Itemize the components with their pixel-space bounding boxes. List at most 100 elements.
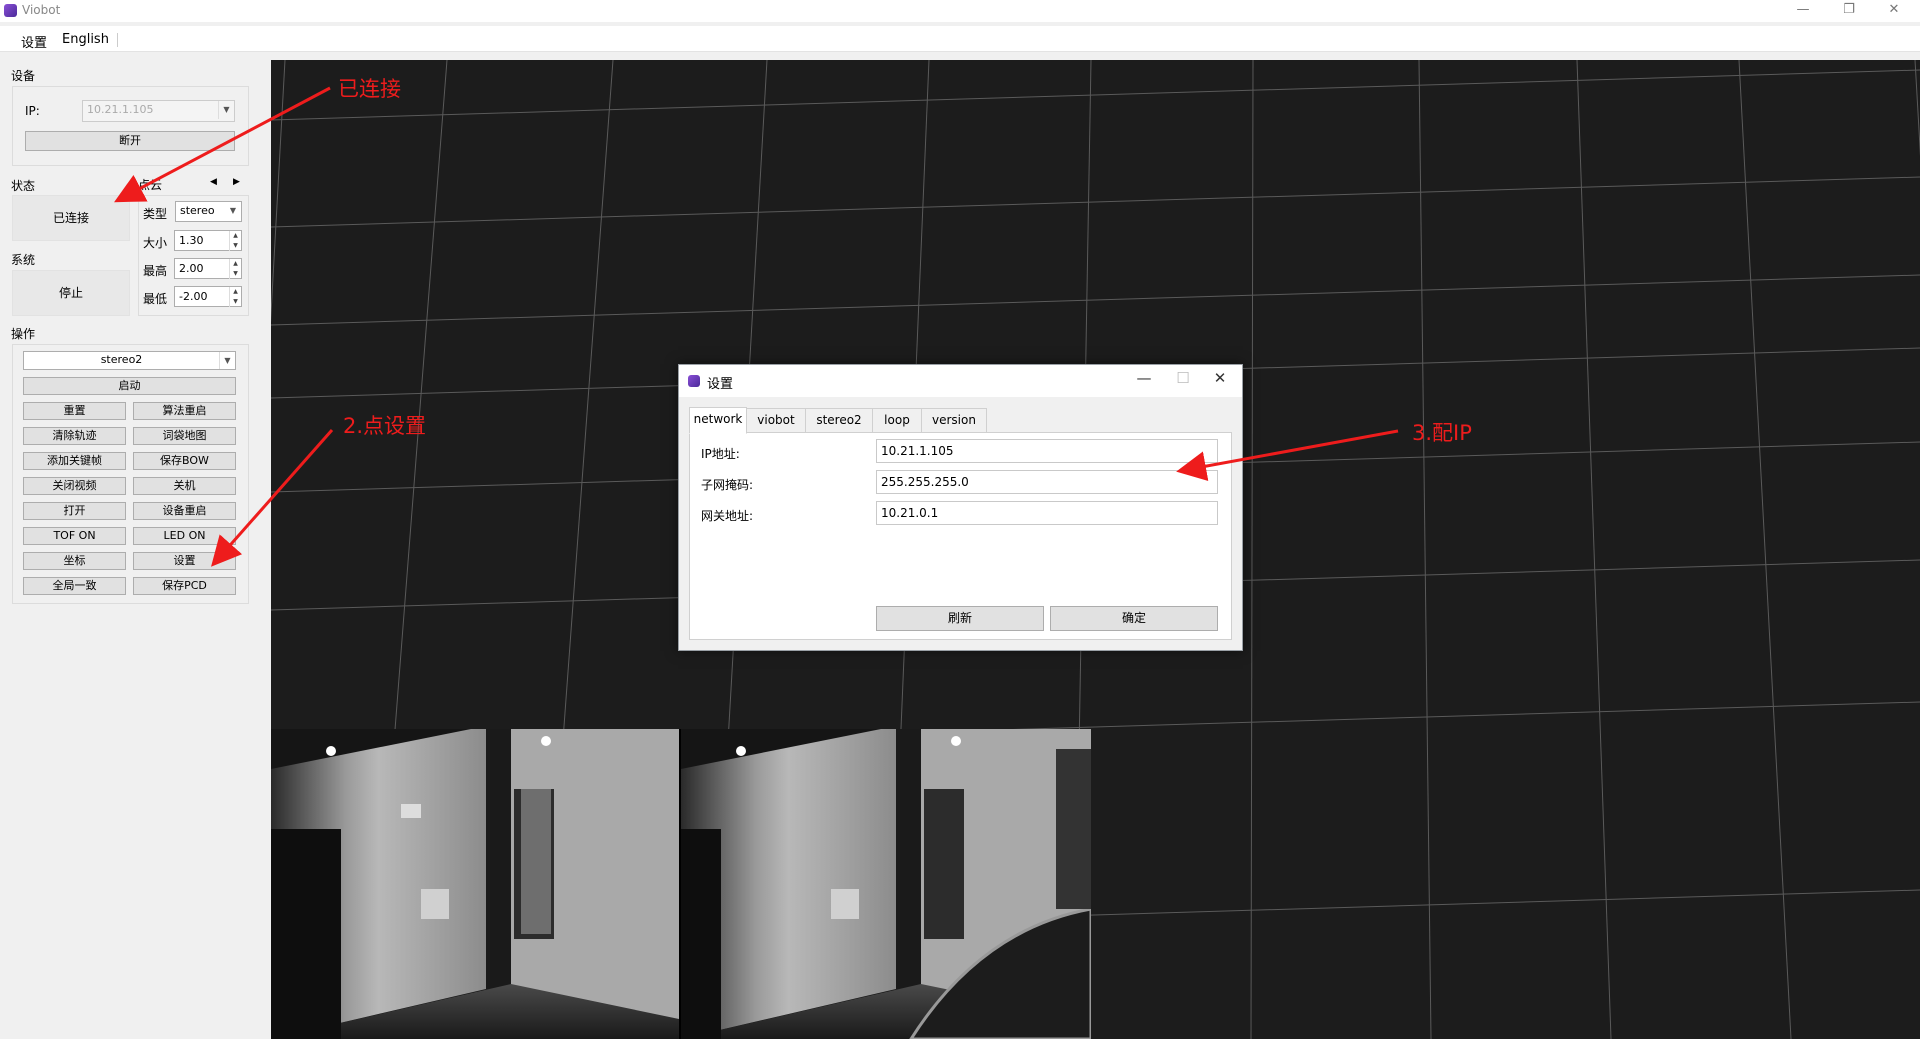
operation-section-label: 操作	[11, 327, 36, 341]
app-window: Viobot — ❐ ✕ 设置 English 设备 IP: 10.21.1.1…	[0, 0, 1920, 1039]
shutdown-button[interactable]: 关机	[133, 477, 236, 495]
system-section-label: 系统	[11, 253, 36, 267]
spin-up-icon[interactable]: ▲	[229, 287, 241, 297]
pointcloud-type-value: stereo	[180, 204, 215, 217]
tab-loop[interactable]: loop	[872, 408, 922, 433]
title-bar: Viobot — ❐ ✕	[0, 0, 1920, 22]
dialog-title-bar: 设置 — ☐ ✕	[679, 365, 1242, 397]
left-camera-image	[271, 729, 679, 1039]
close-video-button[interactable]: 关闭视频	[23, 477, 126, 495]
annotation-step3-text: 3.配IP	[1412, 421, 1472, 445]
gateway-value: 10.21.0.1	[881, 506, 939, 520]
start-button[interactable]: 启动	[23, 377, 236, 395]
menu-settings[interactable]: 设置	[21, 32, 47, 51]
window-title: Viobot	[22, 3, 61, 17]
scroll-left-icon[interactable]: ◀	[210, 177, 217, 187]
open-button[interactable]: 打开	[23, 502, 126, 520]
viobot-logo-icon	[4, 4, 17, 17]
close-window-button[interactable]: ✕	[1871, 0, 1917, 22]
tab-viobot[interactable]: viobot	[746, 408, 806, 433]
stop-button[interactable]: 停止	[12, 270, 130, 316]
menu-english[interactable]: English	[62, 32, 109, 47]
add-keyframe-button[interactable]: 添加关键帧	[23, 452, 126, 470]
status-section-label: 状态	[11, 179, 36, 193]
subnet-mask-input[interactable]: 255.255.255.0	[876, 470, 1218, 494]
tof-on-button[interactable]: TOF ON	[23, 527, 126, 545]
ip-label: IP:	[25, 104, 40, 118]
min-spinbox[interactable]: -2.00 ▲ ▼	[174, 286, 242, 307]
size-value: 1.30	[179, 234, 204, 247]
reset-button[interactable]: 重置	[23, 402, 126, 420]
max-value: 2.00	[179, 262, 204, 275]
max-label: 最高	[143, 264, 168, 278]
pointcloud-type-combo[interactable]: stereo ▼	[175, 201, 242, 222]
ip-address-input[interactable]: 10.21.1.105	[876, 439, 1218, 463]
spin-down-icon[interactable]: ▼	[229, 297, 241, 307]
ip-address-value: 10.21.1.105	[881, 444, 954, 458]
algorithm-restart-button[interactable]: 算法重启	[133, 402, 236, 420]
ip-combo-value: 10.21.1.105	[87, 103, 154, 116]
min-label: 最低	[143, 292, 168, 306]
grid-line-horizontal-1	[271, 176, 1920, 228]
grid-line-vertical-6	[1250, 60, 1254, 1039]
grid-line-horizontal-0	[271, 69, 1920, 121]
subnet-mask-value: 255.255.255.0	[881, 475, 969, 489]
ok-button[interactable]: 确定	[1050, 606, 1218, 631]
dialog-title: 设置	[707, 377, 734, 392]
tab-stereo2[interactable]: stereo2	[805, 408, 873, 433]
stereo-camera-images	[271, 729, 1091, 1039]
spin-up-icon[interactable]: ▲	[229, 231, 241, 241]
gateway-input[interactable]: 10.21.0.1	[876, 501, 1218, 525]
tab-version[interactable]: version	[921, 408, 987, 433]
type-label: 类型	[143, 207, 168, 221]
chevron-down-icon[interactable]: ▼	[219, 352, 235, 369]
dialog-maximize-button[interactable]: ☐	[1168, 369, 1198, 387]
chevron-down-icon: ▼	[218, 101, 234, 119]
annotation-connected-text: 已连接	[338, 77, 401, 101]
save-pcd-button[interactable]: 保存PCD	[133, 577, 236, 595]
menu-bar: 设置 English	[0, 26, 1920, 52]
refresh-button[interactable]: 刷新	[876, 606, 1044, 631]
grid-line-vertical-9	[1738, 60, 1792, 1039]
ip-address-label: IP地址:	[701, 447, 740, 461]
disconnect-button[interactable]: 断开	[25, 131, 235, 151]
camera-feed-panel	[271, 729, 1091, 1039]
right-camera-image	[681, 729, 1091, 1039]
gateway-label: 网关地址:	[701, 509, 754, 523]
coordinates-button[interactable]: 坐标	[23, 552, 126, 570]
scroll-right-icon[interactable]: ▶	[233, 177, 240, 187]
viobot-logo-icon	[688, 375, 700, 387]
clear-trajectory-button[interactable]: 清除轨迹	[23, 427, 126, 445]
grid-line-horizontal-2	[271, 274, 1920, 326]
tab-network[interactable]: network	[689, 407, 747, 434]
device-restart-button[interactable]: 设备重启	[133, 502, 236, 520]
settings-dialog: 设置 — ☐ ✕ network viobot stereo2 loop version…	[678, 364, 1243, 651]
global-consistency-button[interactable]: 全局一致	[23, 577, 126, 595]
grid-line-vertical-7	[1418, 60, 1432, 1039]
led-on-button[interactable]: LED ON	[133, 527, 236, 545]
minimize-window-button[interactable]: —	[1780, 0, 1826, 22]
min-value: -2.00	[179, 290, 208, 303]
restore-window-button[interactable]: ❐	[1826, 0, 1872, 22]
spin-down-icon[interactable]: ▼	[229, 269, 241, 279]
grid-line-vertical-10	[1914, 60, 1920, 157]
size-label: 大小	[143, 236, 168, 250]
ip-combo[interactable]: 10.21.1.105 ▼	[82, 100, 235, 122]
connection-status-button[interactable]: 已连接	[12, 195, 130, 241]
size-spinbox[interactable]: 1.30 ▲ ▼	[174, 230, 242, 251]
bow-map-button[interactable]: 词袋地图	[133, 427, 236, 445]
chevron-down-icon: ▼	[229, 206, 237, 215]
settings-button[interactable]: 设置	[133, 552, 236, 570]
mode-value: stereo2	[100, 353, 143, 366]
menu-divider	[117, 33, 118, 47]
grid-line-vertical-8	[1576, 60, 1612, 1039]
annotation-step2-text: 2.点设置	[343, 414, 427, 438]
max-spinbox[interactable]: 2.00 ▲ ▼	[174, 258, 242, 279]
network-tab-pane: IP地址: 10.21.1.105 子网掩码: 255.255.255.0 网关地址: 1…	[689, 432, 1232, 640]
dialog-close-button[interactable]: ✕	[1205, 369, 1235, 387]
save-bow-button[interactable]: 保存BOW	[133, 452, 236, 470]
mode-combo[interactable]: stereo2 ▼	[23, 351, 236, 370]
spin-up-icon[interactable]: ▲	[229, 259, 241, 269]
dialog-minimize-button[interactable]: —	[1129, 369, 1159, 387]
spin-down-icon[interactable]: ▼	[229, 241, 241, 251]
